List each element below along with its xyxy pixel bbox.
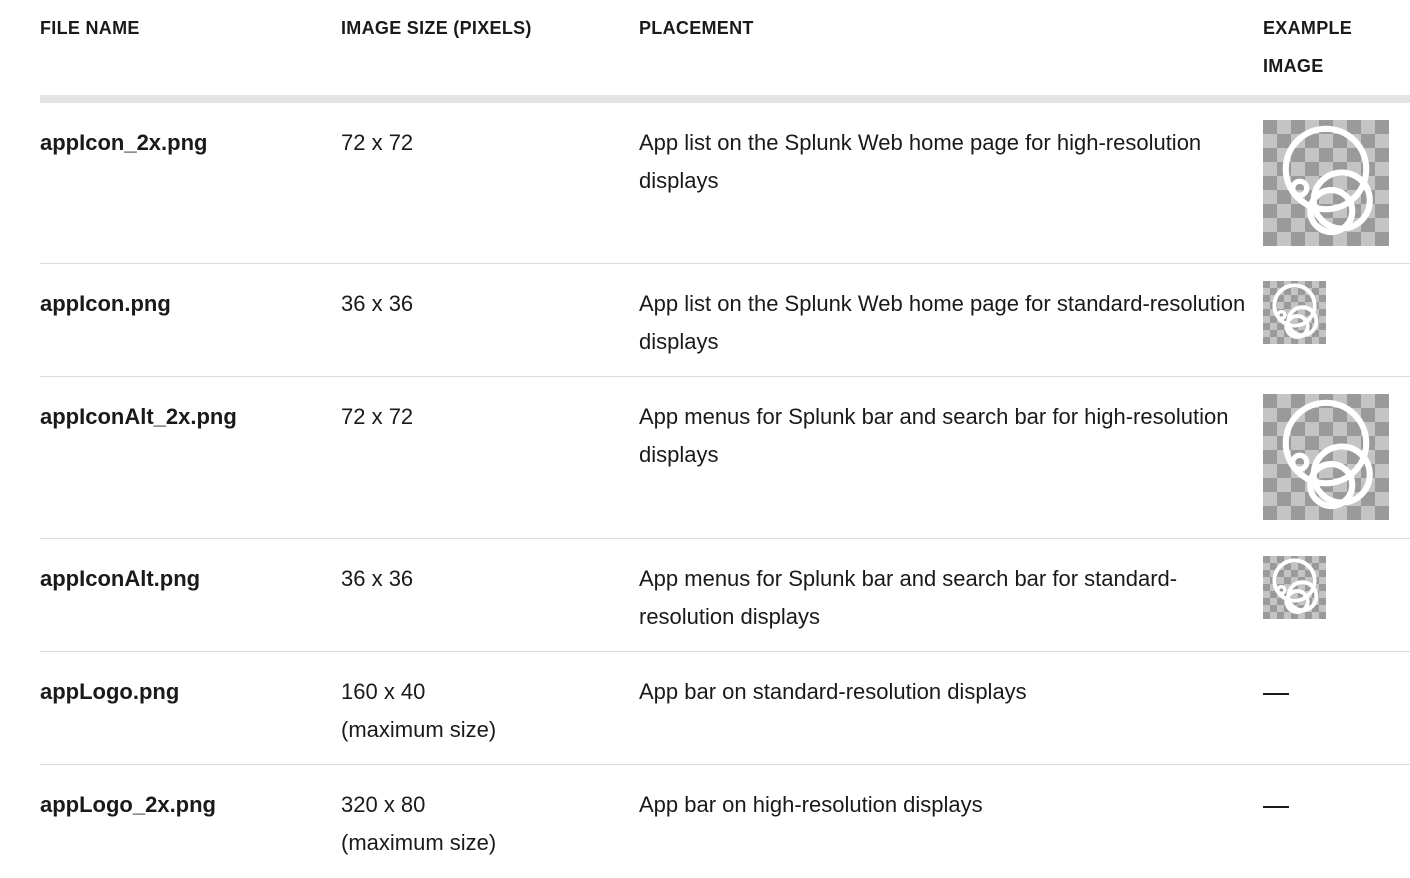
table-header: FILE NAME IMAGE SIZE (PIXELS) PLACEMENT … bbox=[40, 0, 1410, 103]
file-name-cell: appLogo_2x.png bbox=[40, 792, 216, 817]
file-name-cell: appIconAlt_2x.png bbox=[40, 404, 237, 429]
image-size-cell: 72 x 72 bbox=[341, 377, 639, 538]
placement-cell: App bar on high-resolution displays bbox=[639, 792, 983, 817]
placement-cell: App list on the Splunk Web home page for… bbox=[639, 291, 1246, 354]
example-image-cell bbox=[1263, 539, 1410, 651]
size-value: 320 x 80 bbox=[341, 792, 426, 817]
placement-cell: App bar on standard-resolution displays bbox=[639, 679, 1027, 704]
header-file-name: FILE NAME bbox=[40, 18, 140, 38]
image-size-cell: 36 x 36 bbox=[341, 264, 639, 376]
no-example-dash bbox=[1263, 806, 1289, 808]
example-image-cell bbox=[1263, 765, 1410, 878]
file-name-cell: appIcon.png bbox=[40, 291, 171, 316]
bubbles-icon bbox=[1282, 399, 1373, 510]
header-example-image: EXAMPLE IMAGE bbox=[1263, 0, 1410, 95]
file-name-cell: appIconAlt.png bbox=[40, 566, 201, 591]
size-value: 160 x 40 bbox=[341, 679, 426, 704]
file-name-cell: appLogo.png bbox=[40, 679, 180, 704]
no-example-dash bbox=[1263, 693, 1289, 695]
size-note: (maximum size) bbox=[341, 830, 497, 855]
table-row: appIcon.png 36 x 36 App list on the Splu… bbox=[40, 264, 1410, 377]
image-spec-table: FILE NAME IMAGE SIZE (PIXELS) PLACEMENT … bbox=[40, 0, 1410, 878]
bubbles-icon bbox=[1282, 125, 1373, 236]
table-row: appLogo_2x.png 320 x 80 (maximum size) A… bbox=[40, 765, 1410, 878]
size-value: 72 x 72 bbox=[341, 130, 414, 155]
image-size-cell: 160 x 40 (maximum size) bbox=[341, 652, 639, 764]
table-row: appIcon_2x.png 72 x 72 App list on the S… bbox=[40, 103, 1410, 264]
app-icon-alt-large-image bbox=[1263, 394, 1389, 520]
size-value: 36 x 36 bbox=[341, 291, 414, 316]
size-value: 36 x 36 bbox=[341, 566, 414, 591]
example-image-cell bbox=[1263, 264, 1410, 376]
header-placement: PLACEMENT bbox=[639, 18, 754, 38]
placement-cell: App list on the Splunk Web home page for… bbox=[639, 130, 1202, 193]
image-size-cell: 320 x 80 (maximum size) bbox=[341, 765, 639, 878]
example-image-cell bbox=[1263, 652, 1410, 764]
size-note: (maximum size) bbox=[341, 717, 497, 742]
image-size-cell: 36 x 36 bbox=[341, 539, 639, 651]
example-image-cell bbox=[1263, 377, 1410, 538]
header-example-line1: EXAMPLE bbox=[1263, 18, 1353, 38]
app-icon-large-image bbox=[1263, 120, 1389, 246]
table-row: appIconAlt.png 36 x 36 App menus for Spl… bbox=[40, 539, 1410, 652]
app-icon-small-image bbox=[1263, 281, 1326, 344]
size-value: 72 x 72 bbox=[341, 404, 414, 429]
example-image-cell bbox=[1263, 103, 1410, 263]
header-example-line2: IMAGE bbox=[1263, 56, 1324, 76]
app-icon-alt-small-image bbox=[1263, 556, 1326, 619]
placement-cell: App menus for Splunk bar and search bar … bbox=[639, 566, 1178, 629]
table-row: appIconAlt_2x.png 72 x 72 App menus for … bbox=[40, 377, 1410, 539]
header-image-size: IMAGE SIZE (PIXELS) bbox=[341, 18, 532, 38]
bubbles-icon bbox=[1272, 283, 1319, 339]
file-name-cell: appIcon_2x.png bbox=[40, 130, 208, 155]
image-size-cell: 72 x 72 bbox=[341, 103, 639, 263]
bubbles-icon bbox=[1272, 558, 1319, 614]
placement-cell: App menus for Splunk bar and search bar … bbox=[639, 404, 1229, 467]
table-row: appLogo.png 160 x 40 (maximum size) App … bbox=[40, 652, 1410, 765]
